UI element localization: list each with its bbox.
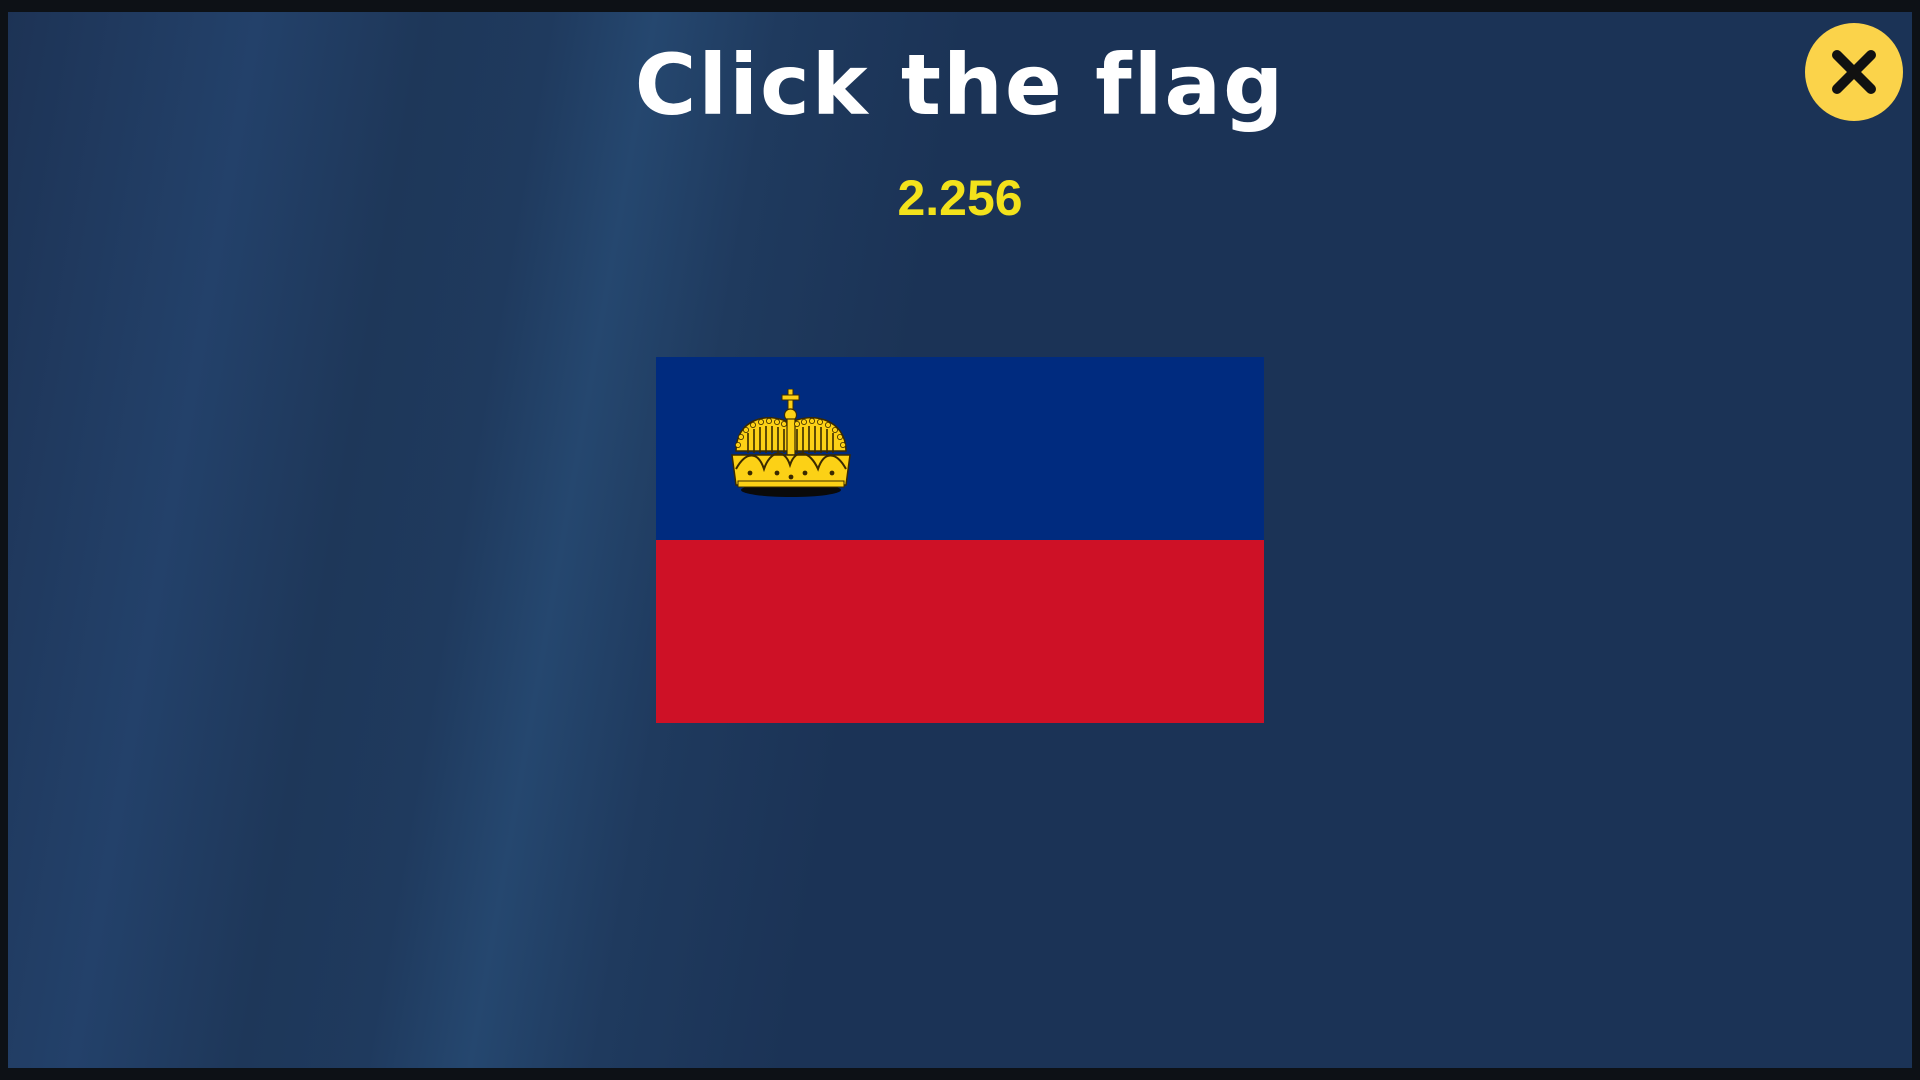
flag-liechtenstein[interactable] (656, 357, 1264, 723)
close-icon (1832, 50, 1876, 94)
crown-icon (731, 389, 851, 497)
game-title: Click the flag (634, 36, 1286, 134)
game-frame: Click the flag 2.256 (0, 0, 1920, 1080)
timer: 2.256 (897, 170, 1023, 226)
flag-red-stripe (656, 540, 1264, 723)
close-button[interactable] (1805, 23, 1903, 121)
